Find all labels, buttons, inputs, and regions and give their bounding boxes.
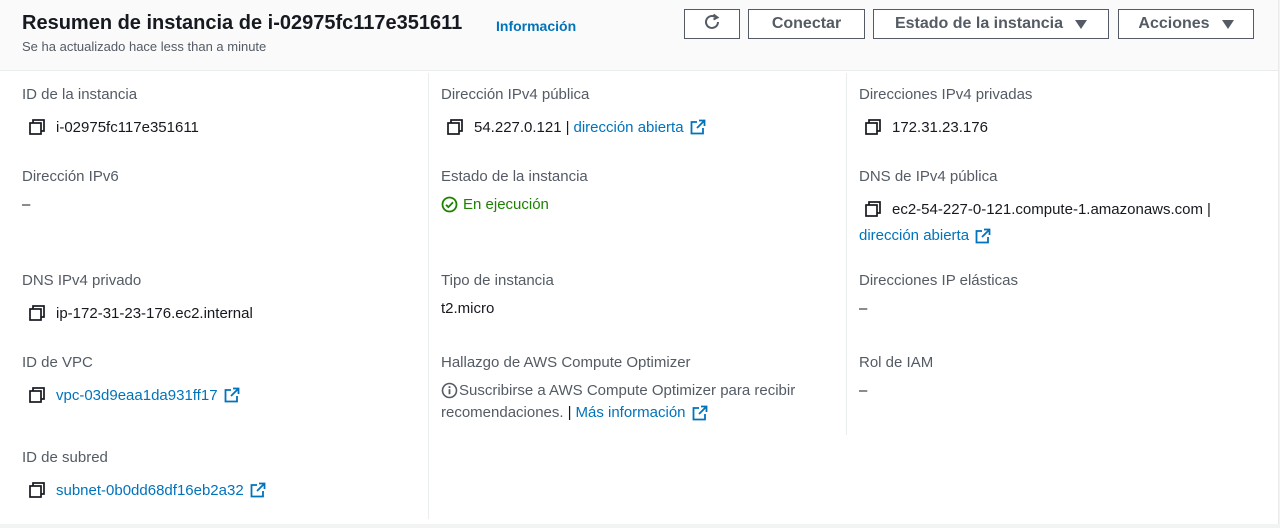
- copy-icon[interactable]: [864, 200, 882, 218]
- instance-state-dropdown-label: Estado de la instancia: [894, 15, 1064, 32]
- public-ipv4-text: 54.227.0.121: [474, 118, 562, 136]
- caret-down-icon: [1075, 19, 1088, 29]
- private-dns-text: ip-172-31-23-176.ec2.internal: [56, 304, 253, 322]
- external-link-icon: [224, 387, 239, 403]
- field-label: DNS IPv4 privado: [22, 272, 142, 289]
- copy-icon[interactable]: [864, 118, 882, 136]
- instance-id-value: i-02975fc117e351611: [28, 118, 199, 136]
- info-icon: [441, 382, 458, 399]
- more-info-link[interactable]: Más información: [575, 404, 685, 421]
- public-dns-link-row: dirección abierta: [859, 227, 991, 244]
- field-vpc-id: ID de VPC: [22, 354, 93, 371]
- caret-down-icon: [1221, 19, 1234, 29]
- external-link-icon: [975, 228, 991, 243]
- actions-dropdown-label: Acciones: [1138, 15, 1210, 32]
- copy-icon[interactable]: [446, 118, 464, 136]
- public-ipv4-value: 54.227.0.121 | dirección abierta: [446, 118, 706, 136]
- refresh-icon: [703, 13, 721, 36]
- field-elastic-ips: Direcciones IP elásticas: [859, 272, 1018, 289]
- compute-optimizer-line2: recomendaciones. | Más información: [441, 404, 708, 421]
- last-updated-text: Se ha actualizado hace less than a minut…: [22, 39, 267, 54]
- check-circle-icon: [441, 196, 458, 213]
- subnet-id-link[interactable]: subnet-0b0dd68df16eb2a32: [56, 482, 244, 499]
- private-dns-value: ip-172-31-23-176.ec2.internal: [28, 304, 253, 322]
- open-address-link[interactable]: dirección abierta: [859, 227, 969, 244]
- elastic-ips-value: –: [859, 300, 868, 317]
- external-link-icon: [692, 405, 707, 420]
- iam-role-value: –: [859, 382, 868, 399]
- field-label: ID de la instancia: [22, 86, 138, 103]
- ipv6-value: –: [22, 196, 31, 213]
- instance-state-text: En ejecución: [463, 196, 549, 213]
- field-label: Estado de la instancia: [441, 168, 588, 185]
- instance-type-value: t2.micro: [441, 300, 495, 317]
- instance-id-text: i-02975fc117e351611: [56, 118, 199, 136]
- field-label: DNS de IPv4 pública: [859, 168, 998, 185]
- field-label: Direcciones IPv4 privadas: [859, 86, 1033, 103]
- field-label: Tipo de instancia: [441, 272, 554, 289]
- separator: |: [1207, 200, 1211, 218]
- field-ipv6: Dirección IPv6: [22, 168, 119, 185]
- field-instance-type: Tipo de instancia: [441, 272, 554, 289]
- connect-button-label: Conectar: [771, 15, 842, 32]
- field-compute-optimizer: Hallazgo de AWS Compute Optimizer: [441, 354, 691, 371]
- field-iam-role: Rol de IAM: [859, 354, 933, 371]
- copy-icon[interactable]: [28, 304, 46, 322]
- field-private-ipv4: Direcciones IPv4 privadas: [859, 86, 1032, 103]
- copy-icon[interactable]: [28, 481, 46, 499]
- field-private-dns: DNS IPv4 privado: [22, 272, 141, 289]
- external-link-icon: [690, 119, 705, 135]
- field-label: ID de VPC: [22, 354, 93, 371]
- compute-optimizer-text: Suscribirse a AWS Compute Optimizer para…: [459, 382, 796, 399]
- copy-icon[interactable]: [28, 118, 46, 136]
- column-divider: [428, 73, 429, 519]
- column-divider: [846, 73, 847, 435]
- public-dns-value: ec2-54-227-0-121.compute-1.amazonaws.com…: [864, 200, 1215, 218]
- separator: |: [567, 404, 572, 421]
- compute-optimizer-line1: Suscribirse a AWS Compute Optimizer para…: [441, 382, 795, 399]
- actions-dropdown[interactable]: Acciones: [1118, 9, 1254, 39]
- field-label: Rol de IAM: [859, 354, 934, 371]
- refresh-button[interactable]: [684, 9, 740, 39]
- compute-optimizer-text-2: recomendaciones.: [441, 404, 564, 421]
- instance-state-dropdown[interactable]: Estado de la instancia: [873, 9, 1109, 39]
- separator: |: [565, 118, 570, 136]
- external-link-icon: [250, 482, 266, 498]
- public-dns-text: ec2-54-227-0-121.compute-1.amazonaws.com: [892, 200, 1203, 218]
- private-ipv4-value: 172.31.23.176: [864, 118, 988, 136]
- vpc-id-value: vpc-03d9eaa1da931ff17: [28, 386, 240, 404]
- copy-icon[interactable]: [28, 386, 46, 404]
- field-label: Dirección IPv6: [22, 168, 119, 185]
- field-public-ipv4: Dirección IPv4 pública: [441, 86, 589, 103]
- page-title: Resumen de instancia de i-02975fc117e351…: [22, 12, 463, 34]
- field-instance-state: Estado de la instancia: [441, 168, 588, 185]
- subnet-id-value: subnet-0b0dd68df16eb2a32: [28, 481, 266, 499]
- field-label: Hallazgo de AWS Compute Optimizer: [441, 354, 691, 371]
- connect-button[interactable]: Conectar: [748, 9, 865, 39]
- field-label: Dirección IPv4 pública: [441, 86, 590, 103]
- vpc-id-link[interactable]: vpc-03d9eaa1da931ff17: [56, 387, 218, 404]
- field-public-dns: DNS de IPv4 pública: [859, 168, 997, 185]
- open-address-link[interactable]: dirección abierta: [574, 119, 684, 136]
- summary-header: Resumen de instancia de i-02975fc117e351…: [0, 0, 1278, 71]
- field-subnet-id: ID de subred: [22, 449, 108, 466]
- instance-summary-panel: Resumen de instancia de i-02975fc117e351…: [0, 0, 1279, 524]
- field-label: Direcciones IP elásticas: [859, 272, 1018, 289]
- instance-state-value: En ejecución: [441, 196, 549, 213]
- field-instance-id: ID de la instancia: [22, 86, 137, 103]
- field-label: ID de subred: [22, 449, 108, 466]
- private-ipv4-text: 172.31.23.176: [892, 118, 988, 136]
- info-link[interactable]: Información: [496, 18, 576, 34]
